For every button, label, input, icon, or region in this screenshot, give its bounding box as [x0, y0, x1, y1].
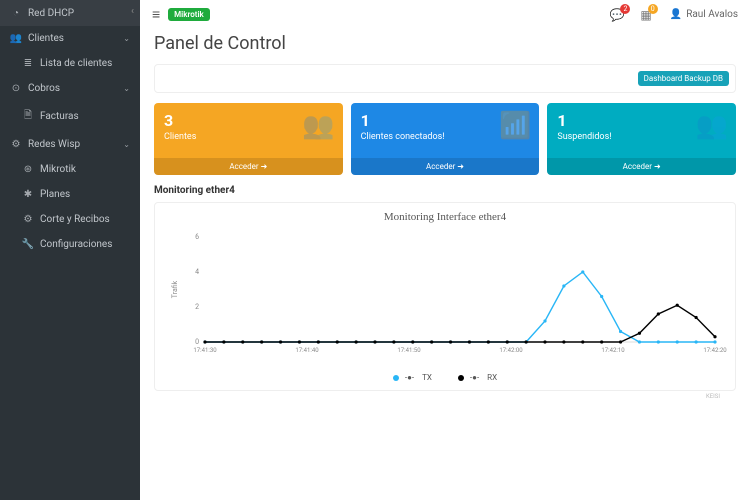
notif-badge-1: 2 — [620, 4, 630, 14]
sidebar-label: Cobros — [28, 83, 117, 94]
sidebar-item-corte-y-recibos[interactable]: ⚙ Corte y Recibos — [0, 207, 140, 232]
sidebar-label: Planes — [40, 189, 130, 200]
sidebar-label: Configuraciones — [40, 239, 130, 250]
chevron-down-icon: ⌄ — [123, 140, 130, 149]
notif-badge-2: 0 — [648, 4, 658, 14]
topbar: ≡ Mikrotik 💬2 ▦0 👤 Raul Avalos — [140, 0, 750, 29]
sidebar-item-cobros[interactable]: ⊙ Cobros ⌄ — [0, 76, 140, 101]
sidebar-item-red-dhcp[interactable]: ◔ Red DHCP — [0, 0, 140, 26]
stat-cards: 3Clientes👥Acceder ➜1Clientes conectados!… — [140, 103, 750, 185]
main-content: ≡ Mikrotik 💬2 ▦0 👤 Raul Avalos Panel de … — [140, 0, 750, 500]
svg-text:17:42:00: 17:42:00 — [499, 347, 523, 354]
stat-card-clientes: 3Clientes👥Acceder ➜ — [154, 103, 343, 175]
sidebar-item-redes-wisp[interactable]: ⚙ Redes Wisp ⌄ — [0, 132, 140, 157]
sidebar-label: Clientes — [28, 33, 117, 44]
sidebar-item-lista-de-clientes[interactable]: ≣ Lista de clientes — [0, 51, 140, 76]
sidebar-label: Mikrotik — [40, 164, 130, 175]
sidebar-icon: ⊙ — [10, 83, 22, 94]
card-bg-icon: 👥 — [696, 111, 728, 141]
mikrotik-badge: Mikrotik — [168, 8, 210, 21]
card-action[interactable]: Acceder ➜ — [547, 158, 736, 175]
sidebar-label: Corte y Recibos — [40, 214, 130, 225]
legend-tx: -●- TX — [387, 373, 438, 382]
card-action[interactable]: Acceder ➜ — [154, 158, 343, 175]
chart-heading: Monitoring ether4 — [154, 185, 736, 196]
sidebar-label: Red DHCP — [28, 8, 130, 19]
chevron-down-icon: ⌄ — [123, 84, 130, 93]
sidebar-label: Lista de clientes — [40, 58, 130, 69]
svg-text:17:41:50: 17:41:50 — [397, 347, 421, 354]
svg-text:17:42:20: 17:42:20 — [703, 347, 727, 354]
chat-icon[interactable]: 💬2 — [609, 8, 624, 22]
svg-text:17:41:30: 17:41:30 — [193, 347, 217, 354]
card-bg-icon: 📶 — [499, 111, 531, 141]
legend-rx: -●- RX — [452, 373, 503, 382]
page-title: Panel de Control — [140, 29, 750, 64]
action-bar: Dashboard Backup DB — [154, 64, 736, 93]
alert-icon[interactable]: ▦0 — [640, 8, 651, 22]
sidebar-item-clientes[interactable]: 👥 Clientes ⌄ — [0, 26, 140, 51]
card-bg-icon: 👥 — [302, 111, 334, 141]
sidebar-icon: ✱ — [22, 189, 34, 200]
line-chart: 0 2 4 6 Trafik 17:41:30 17:41:40 17:41:50 17:42:… — [163, 227, 727, 367]
svg-text:4: 4 — [195, 268, 199, 276]
sidebar-icon: ◔ — [10, 8, 22, 19]
chart-container: Monitoring Interface ether4 0 2 4 6 Trafik 17… — [154, 202, 736, 391]
chart-title: Monitoring Interface ether4 — [163, 211, 727, 223]
user-menu[interactable]: 👤 Raul Avalos — [670, 9, 738, 20]
svg-text:17:41:40: 17:41:40 — [295, 347, 319, 354]
chevron-down-icon: ⌄ — [123, 34, 130, 43]
svg-text:17:42:10: 17:42:10 — [601, 347, 625, 354]
sidebar-icon: 👥 — [10, 33, 22, 44]
chart-legend: -●- TX -●- RX — [163, 373, 727, 382]
sidebar-icon: ⊛ — [22, 164, 34, 175]
chart-section: Monitoring ether4 Monitoring Interface e… — [140, 185, 750, 402]
sidebar-item-planes[interactable]: ✱ Planes — [0, 182, 140, 207]
user-name: Raul Avalos — [686, 9, 738, 20]
sidebar-item-configuraciones[interactable]: 🔧 Configuraciones — [0, 232, 140, 257]
stat-card-clientes-conectados-: 1Clientes conectados!📶Acceder ➜ — [351, 103, 540, 175]
sidebar-icon: ⚙ — [22, 214, 34, 225]
card-action[interactable]: Acceder ➜ — [351, 158, 540, 175]
svg-text:0: 0 — [195, 338, 199, 346]
sidebar-item-facturas[interactable]: 🗎 Facturas — [0, 101, 140, 132]
svg-text:Trafik: Trafik — [171, 280, 179, 298]
svg-text:2: 2 — [195, 303, 199, 311]
sidebar-icon: 🔧 — [22, 239, 34, 250]
sidebar-label: Redes Wisp — [28, 139, 117, 150]
sidebar-icon: 🗎 — [22, 108, 34, 125]
backup-button[interactable]: Dashboard Backup DB — [638, 71, 729, 86]
svg-text:6: 6 — [195, 233, 199, 241]
sidebar-item-mikrotik[interactable]: ⊛ Mikrotik — [0, 157, 140, 182]
sidebar-icon: ≣ — [22, 58, 34, 69]
stat-card-suspendidos-: 1Suspendidos!👥Acceder ➜ — [547, 103, 736, 175]
sidebar-collapse-icon[interactable]: ‹ — [131, 6, 134, 17]
menu-toggle-icon[interactable]: ≡ — [152, 6, 160, 23]
chart-credit: KEISI — [154, 391, 736, 402]
sidebar: ‹ ◔ Red DHCP 👥 Clientes ⌄ ≣ Lista de clientes ⊙… — [0, 0, 140, 500]
sidebar-icon: ⚙ — [10, 139, 22, 150]
sidebar-label: Facturas — [40, 111, 130, 122]
